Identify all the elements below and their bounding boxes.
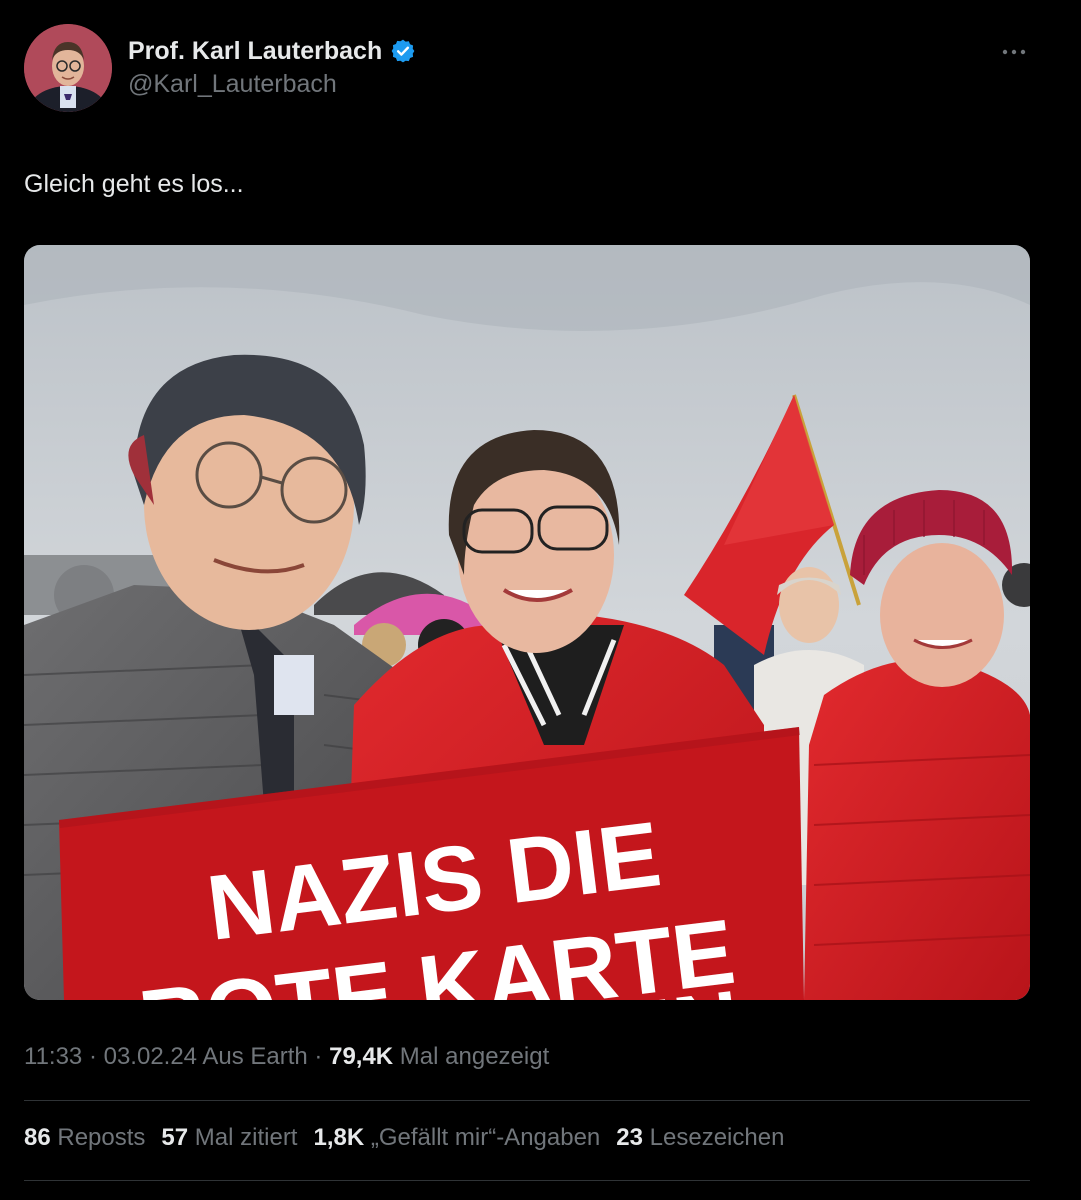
tweet-photo[interactable]: NAZIS DIE ROTE KARTE ZEIGEN (24, 245, 1030, 1000)
tweet-meta: 11:33 · 03.02.24 Aus Earth · 79,4K Mal a… (24, 1043, 549, 1071)
display-name-row: Prof. Karl Lauterbach (128, 34, 416, 68)
tweet-text: Gleich geht es los... (24, 170, 244, 198)
quotes-stat[interactable]: 57 Mal zitiert (161, 1124, 297, 1152)
more-options-icon[interactable] (994, 40, 1034, 64)
tweet-header: Prof. Karl Lauterbach @Karl_Lauterbach (24, 24, 1034, 114)
avatar[interactable] (24, 24, 112, 112)
author-handle[interactable]: @Karl_Lauterbach (128, 70, 416, 99)
bookmarks-count: 23 (616, 1124, 643, 1151)
likes-stat[interactable]: 1,8K „Gefällt mir“-Angaben (313, 1124, 600, 1152)
views-count: 79,4K (329, 1043, 394, 1070)
divider (24, 1180, 1030, 1181)
tweet-source: Aus Earth (197, 1043, 308, 1070)
display-name[interactable]: Prof. Karl Lauterbach (128, 37, 382, 66)
tweet-date[interactable]: 03.02.24 (104, 1043, 197, 1070)
meta-separator: · (82, 1043, 104, 1070)
quotes-label: Mal zitiert (194, 1124, 298, 1151)
verified-badge-icon[interactable] (390, 38, 416, 64)
tweet-time[interactable]: 11:33 (24, 1043, 82, 1070)
reposts-stat[interactable]: 86 Reposts (24, 1124, 145, 1152)
avatar-image (24, 24, 112, 112)
tweet-stats: 86 Reposts 57 Mal zitiert 1,8K „Gefällt … (24, 1124, 784, 1152)
bookmarks-label: Lesezeichen (649, 1124, 785, 1151)
author-names: Prof. Karl Lauterbach @Karl_Lauterbach (128, 34, 416, 99)
reposts-count: 86 (24, 1124, 51, 1151)
bookmarks-stat[interactable]: 23 Lesezeichen (616, 1124, 784, 1152)
photo-image: NAZIS DIE ROTE KARTE ZEIGEN (24, 245, 1030, 1000)
likes-count: 1,8K (313, 1124, 365, 1151)
meta-separator: · (307, 1043, 330, 1070)
quotes-count: 57 (161, 1124, 189, 1151)
divider (24, 1100, 1030, 1101)
likes-label: „Gefällt mir“-Angaben (370, 1124, 601, 1151)
reposts-label: Reposts (57, 1124, 146, 1151)
views-label: Mal angezeigt (393, 1043, 550, 1070)
